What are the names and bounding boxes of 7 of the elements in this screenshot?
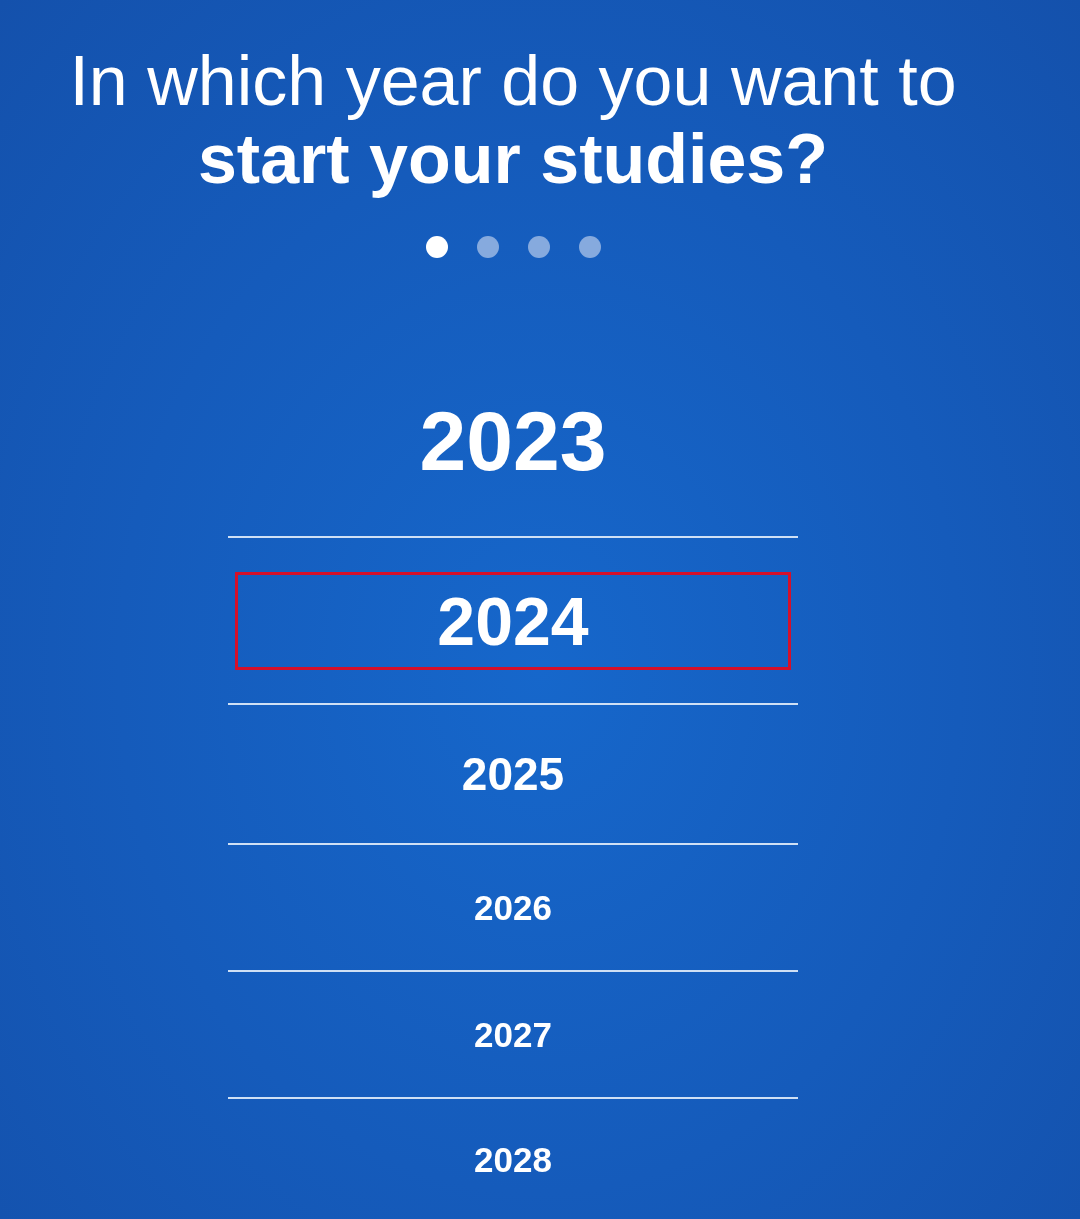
year-option[interactable]: 2024	[235, 571, 791, 670]
year-option[interactable]: 2026	[463, 883, 563, 932]
year-option[interactable]: 2023	[408, 391, 618, 490]
year-option[interactable]: 2025	[450, 744, 576, 804]
year-option[interactable]: 2027	[463, 1010, 563, 1059]
question-heading: In which year do you want to start your studies?	[68, 42, 958, 198]
year-option[interactable]: 2028	[463, 1134, 563, 1184]
